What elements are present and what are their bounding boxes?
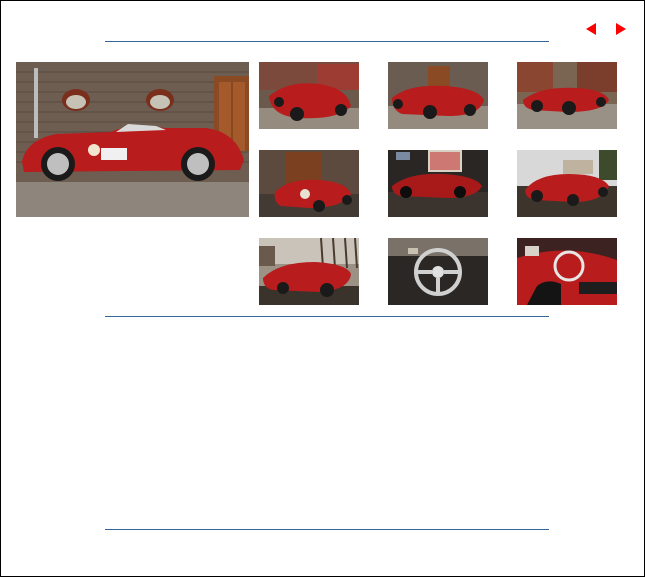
next-arrow-icon[interactable] bbox=[616, 23, 626, 35]
thumbnail-5[interactable] bbox=[388, 150, 488, 217]
top-divider bbox=[105, 41, 549, 42]
thumbnail-1[interactable] bbox=[259, 62, 359, 129]
thumbnail-9[interactable] bbox=[517, 238, 617, 305]
main-car-photo bbox=[16, 62, 249, 217]
bottom-divider bbox=[105, 529, 549, 530]
thumbnail-3[interactable] bbox=[517, 62, 617, 129]
gallery-page bbox=[0, 0, 645, 577]
thumbnail-4[interactable] bbox=[259, 150, 359, 217]
thumbnail-2[interactable] bbox=[388, 62, 488, 129]
thumbnail-8[interactable] bbox=[388, 238, 488, 305]
previous-arrow-icon[interactable] bbox=[586, 23, 596, 35]
middle-divider bbox=[105, 316, 549, 317]
thumbnail-7[interactable] bbox=[259, 238, 359, 305]
thumbnail-6[interactable] bbox=[517, 150, 617, 217]
